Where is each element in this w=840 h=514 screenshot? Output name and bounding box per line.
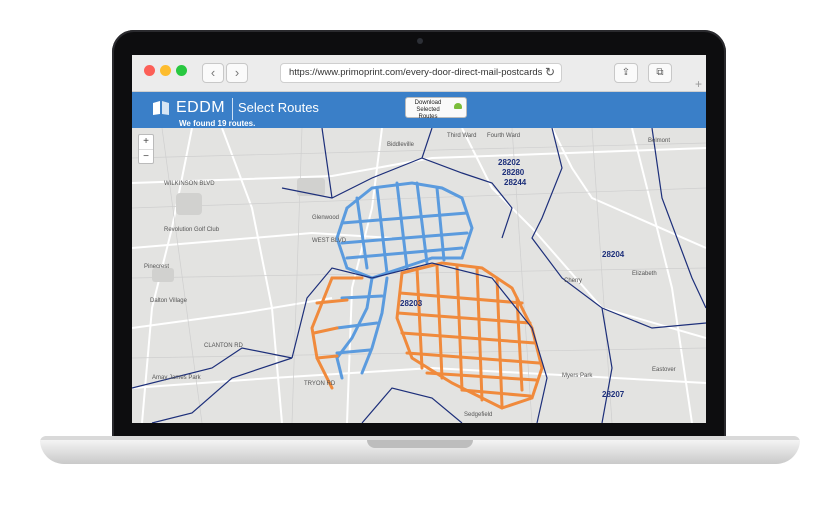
route-map[interactable]: + − 28202 28280 28244 28204 28203 28207 …: [132, 128, 706, 423]
app-logo-text: EDDM: [176, 99, 226, 116]
download-button-label: Download Selected Routes: [414, 100, 442, 120]
maximize-window-button[interactable]: [176, 65, 187, 76]
chevron-left-icon: ‹: [210, 65, 216, 80]
map-label: Sedgefield: [464, 412, 493, 418]
map-label: Amay James Park: [152, 375, 201, 381]
zip-label-28207: 28207: [602, 390, 625, 399]
map-label: Belmont: [648, 138, 671, 144]
zoom-out-button[interactable]: −: [139, 150, 153, 164]
map-label: TRYON RD: [304, 381, 336, 387]
map-label: Glenwood: [312, 215, 340, 221]
zip-label-28244: 28244: [504, 178, 527, 187]
map-label: WILKINSON BLVD: [164, 181, 215, 187]
zoom-in-button[interactable]: +: [139, 135, 153, 150]
download-selected-routes-button[interactable]: Download Selected Routes: [405, 97, 467, 120]
new-tab-icon[interactable]: +: [695, 77, 702, 91]
screen: ‹ › https://www.primoprint.com/every-doo…: [132, 55, 706, 423]
share-icon: ⇪: [621, 67, 631, 78]
map-label: Dalton Village: [150, 298, 187, 304]
minimize-window-button[interactable]: [160, 65, 171, 76]
laptop-notch: [367, 440, 473, 448]
reload-icon[interactable]: ↻: [545, 65, 555, 79]
zip-label-28202: 28202: [498, 158, 521, 167]
map-label: Biddleville: [387, 142, 415, 148]
map-canvas: [132, 128, 706, 423]
map-label: Third Ward: [447, 133, 477, 139]
map-label: Elizabeth: [632, 271, 657, 277]
back-button[interactable]: ‹: [202, 63, 224, 83]
map-label: Eastover: [652, 367, 676, 373]
header-divider: [232, 98, 233, 120]
tabs-icon: ⧉: [656, 67, 664, 78]
zip-label-28280: 28280: [502, 168, 525, 177]
map-label: Cherry: [564, 278, 583, 284]
tabs-button[interactable]: ⧉: [648, 63, 672, 83]
map-label: Fourth Ward: [487, 133, 521, 139]
url-text: https://www.primoprint.com/every-door-di…: [289, 67, 543, 78]
map-label: Myers Park: [562, 373, 593, 379]
map-label: WEST BLVD: [312, 238, 347, 244]
map-label: CLANTON RD: [204, 343, 243, 349]
cloud-icon: [454, 103, 462, 109]
zip-label-28204: 28204: [602, 250, 625, 259]
zoom-control: + −: [138, 134, 154, 164]
eddm-logo-icon: [153, 101, 169, 115]
map-label: Pinecrest: [144, 264, 170, 270]
map-label: Revolution Golf Club: [164, 227, 220, 233]
routes-found-text: We found 19 routes.: [179, 119, 256, 128]
page-title: Select Routes: [238, 100, 319, 115]
share-button[interactable]: ⇪: [614, 63, 638, 83]
zip-label-28203: 28203: [400, 299, 423, 308]
camera-icon: [417, 38, 423, 44]
forward-button[interactable]: ›: [226, 63, 248, 83]
close-window-button[interactable]: [144, 65, 155, 76]
browser-toolbar: ‹ › https://www.primoprint.com/every-doo…: [132, 55, 706, 92]
chevron-right-icon: ›: [234, 65, 240, 80]
address-bar[interactable]: https://www.primoprint.com/every-door-di…: [280, 63, 562, 83]
